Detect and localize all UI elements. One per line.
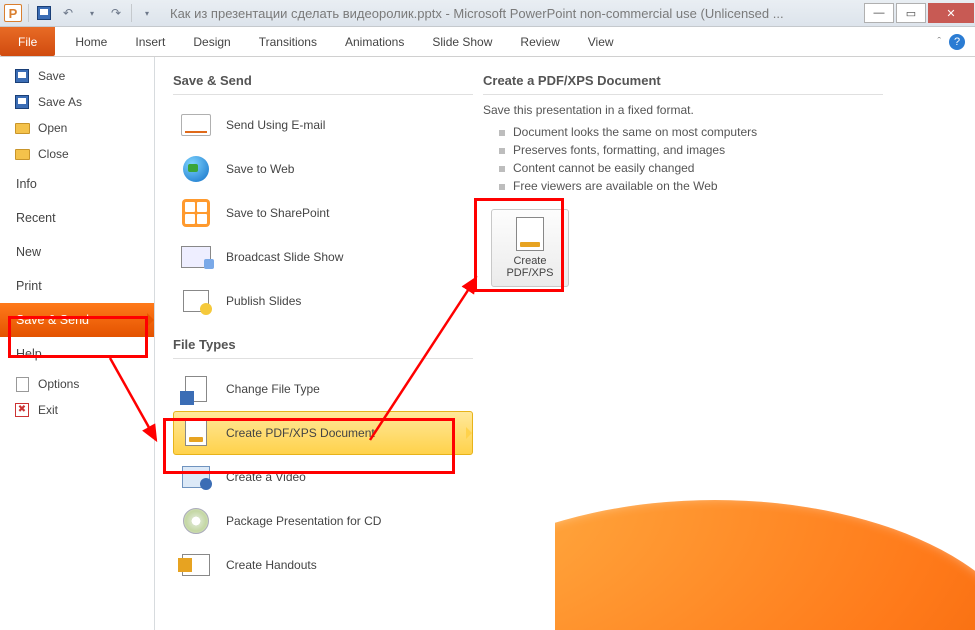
tab-file[interactable]: File	[0, 27, 55, 56]
file-types-heading: File Types	[173, 337, 473, 352]
button-line2: PDF/XPS	[506, 267, 553, 279]
sharepoint-icon	[182, 199, 210, 227]
open-icon	[14, 120, 30, 136]
nav-save[interactable]: Save	[0, 63, 154, 89]
nav-print[interactable]: Print	[0, 269, 154, 303]
backstage-main: Save & Send Send Using E-mail Save to We…	[155, 57, 975, 630]
globe-icon	[183, 156, 209, 182]
pdf-icon	[185, 420, 207, 446]
close-doc-icon	[14, 146, 30, 162]
title-bar: P ↶ ▾ ↷ ▾ Как из презентации сделать вид…	[0, 0, 975, 27]
video-icon	[182, 466, 210, 488]
nav-save-send[interactable]: Save & Send	[0, 303, 154, 337]
maximize-button[interactable]: ▭	[896, 3, 926, 23]
opt-publish-slides[interactable]: Publish Slides	[173, 279, 473, 323]
broadcast-icon	[181, 246, 211, 268]
save-icon	[14, 68, 30, 84]
cd-icon	[183, 508, 209, 534]
qat-redo-icon[interactable]: ↷	[105, 2, 127, 24]
pdf-panel-bullets: Document looks the same on most computer…	[483, 123, 883, 195]
opt-save-sharepoint[interactable]: Save to SharePoint	[173, 191, 473, 235]
pdf-xps-panel: Create a PDF/XPS Document Save this pres…	[483, 73, 883, 630]
tab-transitions[interactable]: Transitions	[245, 27, 331, 56]
nav-help[interactable]: Help	[0, 337, 154, 371]
opt-save-web[interactable]: Save to Web	[173, 147, 473, 191]
opt-broadcast[interactable]: Broadcast Slide Show	[173, 235, 473, 279]
pdf-big-icon	[516, 217, 544, 251]
save-send-column: Save & Send Send Using E-mail Save to We…	[173, 73, 473, 630]
nav-close[interactable]: Close	[0, 141, 154, 167]
qat-dropdown-icon[interactable]: ▾	[81, 2, 103, 24]
mail-icon	[181, 114, 211, 136]
tab-home[interactable]: Home	[61, 27, 121, 56]
nav-recent[interactable]: Recent	[0, 201, 154, 235]
opt-package-cd[interactable]: Package Presentation for CD	[173, 499, 473, 543]
qat-save-icon[interactable]	[33, 2, 55, 24]
app-icon: P	[4, 4, 22, 22]
help-icon[interactable]: ?	[949, 34, 965, 50]
qat-customize-icon[interactable]: ▾	[136, 2, 158, 24]
ribbon-minimize-icon[interactable]: ˆ	[937, 36, 941, 48]
opt-send-email[interactable]: Send Using E-mail	[173, 103, 473, 147]
handouts-icon	[182, 554, 210, 576]
save-as-icon	[14, 94, 30, 110]
opt-change-file-type[interactable]: Change File Type	[173, 367, 473, 411]
window-title: Как из презентации сделать видеоролик.pp…	[158, 6, 863, 21]
pdf-panel-desc: Save this presentation in a fixed format…	[483, 103, 883, 117]
close-button[interactable]: ✕	[928, 3, 974, 23]
tab-slideshow[interactable]: Slide Show	[418, 27, 506, 56]
qat-undo-icon[interactable]: ↶	[57, 2, 79, 24]
backstage-nav: Save Save As Open Close Info Recent New …	[0, 57, 155, 630]
nav-options[interactable]: Options	[0, 371, 154, 397]
tab-animations[interactable]: Animations	[331, 27, 418, 56]
create-pdf-xps-button[interactable]: Create PDF/XPS	[491, 209, 569, 287]
backstage: Save Save As Open Close Info Recent New …	[0, 57, 975, 630]
publish-icon	[183, 290, 209, 312]
bullet-item: Document looks the same on most computer…	[499, 123, 883, 141]
pdf-panel-heading: Create a PDF/XPS Document	[483, 73, 883, 88]
opt-create-handouts[interactable]: Create Handouts	[173, 543, 473, 587]
opt-create-video[interactable]: Create a Video	[173, 455, 473, 499]
nav-open[interactable]: Open	[0, 115, 154, 141]
quick-access-toolbar: ↶ ▾ ↷ ▾	[26, 2, 158, 24]
opt-create-pdf-xps[interactable]: Create PDF/XPS Document	[173, 411, 473, 455]
button-line1: Create	[506, 255, 553, 267]
tab-design[interactable]: Design	[179, 27, 244, 56]
exit-icon: ✖	[14, 402, 30, 418]
change-type-icon	[185, 376, 207, 402]
ribbon-tabs: File Home Insert Design Transitions Anim…	[0, 27, 975, 57]
nav-info[interactable]: Info	[0, 167, 154, 201]
bullet-item: Free viewers are available on the Web	[499, 177, 883, 195]
tab-review[interactable]: Review	[506, 27, 573, 56]
bullet-item: Content cannot be easily changed	[499, 159, 883, 177]
bullet-item: Preserves fonts, formatting, and images	[499, 141, 883, 159]
tab-view[interactable]: View	[574, 27, 628, 56]
save-send-heading: Save & Send	[173, 73, 473, 88]
minimize-button[interactable]: —	[864, 3, 894, 23]
nav-exit[interactable]: ✖Exit	[0, 397, 154, 423]
nav-save-as[interactable]: Save As	[0, 89, 154, 115]
tab-insert[interactable]: Insert	[121, 27, 179, 56]
nav-new[interactable]: New	[0, 235, 154, 269]
options-icon	[14, 376, 30, 392]
